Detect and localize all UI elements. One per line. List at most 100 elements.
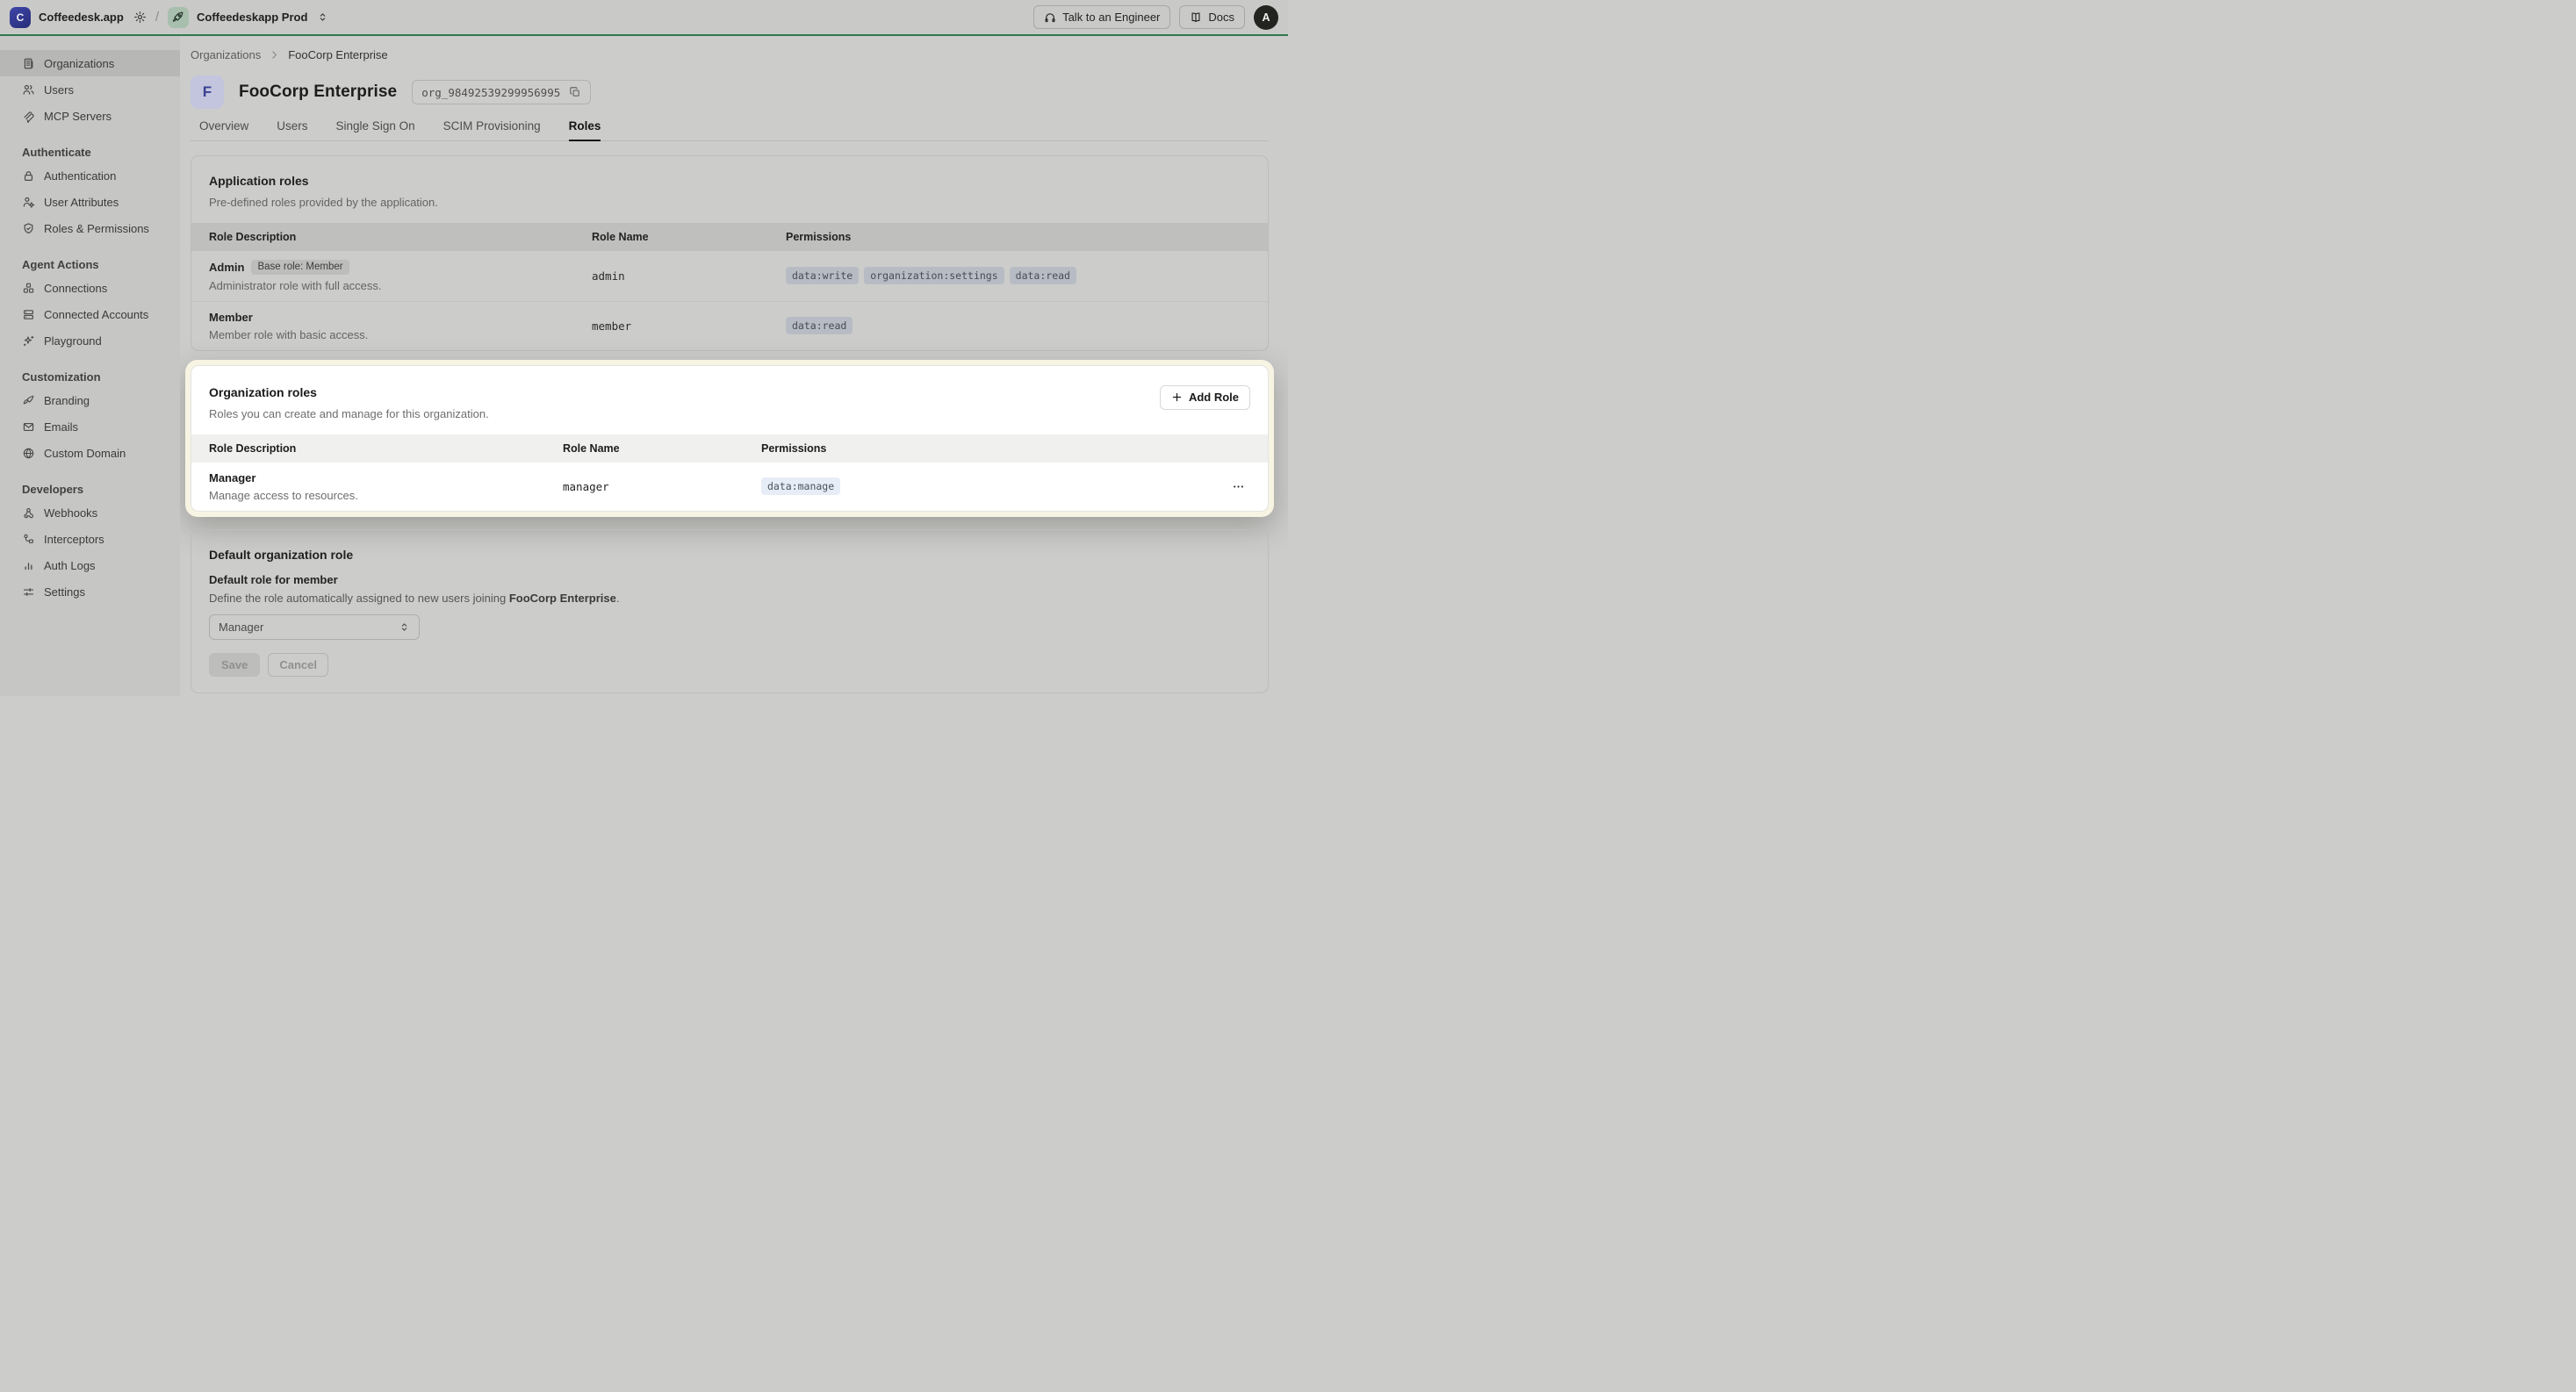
- sidebar-item-mcp-servers[interactable]: MCP Servers: [0, 103, 180, 129]
- row-menu-icon[interactable]: [1227, 477, 1250, 497]
- role-description: Manage access to resources.: [209, 489, 563, 502]
- role-slug: member: [592, 319, 786, 333]
- users-icon: [22, 83, 35, 97]
- column-role-name: Role Name: [592, 231, 786, 243]
- app-switcher[interactable]: C Coffeedesk.app: [10, 7, 147, 28]
- breadcrumb-current: FooCorp Enterprise: [288, 48, 387, 61]
- cancel-button[interactable]: Cancel: [268, 653, 328, 677]
- sidebar-item-interceptors[interactable]: Interceptors: [0, 526, 180, 552]
- sidebar-item-custom-domain[interactable]: Custom Domain: [0, 440, 180, 466]
- base-role-badge: Base role: Member: [251, 260, 349, 275]
- lock-icon: [22, 169, 35, 183]
- application-roles-card: Application roles Pre-defined roles prov…: [191, 155, 1269, 351]
- sidebar-item-label: Settings: [44, 585, 85, 599]
- role-slug: manager: [563, 480, 761, 493]
- talk-to-engineer-label: Talk to an Engineer: [1062, 11, 1160, 24]
- table-row-admin: Admin Base role: Member Administrator ro…: [191, 251, 1268, 301]
- breadcrumb-slash: /: [155, 10, 159, 25]
- accounts-icon: [22, 308, 35, 321]
- role-description: Member role with basic access.: [209, 328, 592, 341]
- building-icon: [22, 57, 35, 70]
- role-name-text: Member: [209, 311, 253, 324]
- sidebar-item-settings[interactable]: Settings: [0, 578, 180, 605]
- save-button[interactable]: Save: [209, 653, 260, 677]
- sidebar-item-label: Branding: [44, 394, 90, 407]
- application-roles-title: Application roles: [209, 174, 1250, 188]
- add-role-button[interactable]: Add Role: [1160, 385, 1250, 410]
- sidebar-item-label: User Attributes: [44, 196, 119, 209]
- sidebar-item-auth-logs[interactable]: Auth Logs: [0, 552, 180, 578]
- table-row-member: Member Member role with basic access. me…: [191, 301, 1268, 350]
- default-role-select[interactable]: Manager: [209, 614, 420, 640]
- tab-scim-provisioning[interactable]: SCIM Provisioning: [443, 119, 541, 141]
- role-name-text: Admin: [209, 261, 244, 274]
- tab-roles[interactable]: Roles: [569, 119, 601, 141]
- sidebar-item-label: Interceptors: [44, 533, 104, 546]
- sidebar-item-connections[interactable]: Connections: [0, 275, 180, 301]
- docs-button[interactable]: Docs: [1179, 5, 1245, 29]
- rocket-icon: [168, 7, 189, 28]
- chevron-right-icon: [269, 49, 280, 61]
- sidebar-item-branding[interactable]: Branding: [0, 387, 180, 413]
- default-role-card: Default organization role Default role f…: [191, 529, 1269, 693]
- user-avatar[interactable]: A: [1254, 5, 1278, 30]
- sidebar-item-users[interactable]: Users: [0, 76, 180, 103]
- tab-bar: Overview Users Single Sign On SCIM Provi…: [191, 119, 1269, 141]
- application-roles-subtitle: Pre-defined roles provided by the applic…: [209, 196, 1250, 209]
- column-permissions: Permissions: [761, 442, 1198, 455]
- sidebar-item-connected-accounts[interactable]: Connected Accounts: [0, 301, 180, 327]
- copy-icon[interactable]: [569, 86, 581, 98]
- sidebar-item-organizations[interactable]: Organizations: [0, 50, 180, 76]
- select-value: Manager: [219, 621, 263, 634]
- paintbrush-icon: [22, 394, 35, 407]
- sidebar-section-customization: Customization: [0, 366, 180, 387]
- book-icon: [1190, 11, 1202, 24]
- permission-chip: organization:settings: [864, 267, 1004, 284]
- default-role-field-label: Default role for member: [209, 573, 1250, 586]
- interceptor-icon: [22, 533, 35, 546]
- sidebar-item-webhooks[interactable]: Webhooks: [0, 499, 180, 526]
- main-content: Organizations FooCorp Enterprise F FooCo…: [180, 36, 1288, 696]
- permission-chip: data:read: [786, 317, 853, 334]
- page-title: FooCorp Enterprise: [239, 83, 397, 102]
- cubes-icon: [22, 282, 35, 295]
- organization-roles-card: Organization roles Roles you can create …: [191, 365, 1269, 512]
- sidebar-item-roles-permissions[interactable]: Roles & Permissions: [0, 215, 180, 241]
- spotlight-ring: Organization roles Roles you can create …: [185, 360, 1274, 517]
- environment-switcher[interactable]: Coffeedeskapp Prod: [168, 7, 328, 28]
- default-role-title: Default organization role: [209, 548, 1250, 562]
- envelope-icon: [22, 420, 35, 434]
- sidebar-item-authentication[interactable]: Authentication: [0, 162, 180, 189]
- role-slug: admin: [592, 269, 786, 283]
- tab-overview[interactable]: Overview: [199, 119, 248, 141]
- talk-to-engineer-button[interactable]: Talk to an Engineer: [1033, 5, 1170, 29]
- bar-chart-icon: [22, 559, 35, 572]
- app-logo: C: [10, 7, 31, 28]
- plus-icon: [1171, 391, 1183, 403]
- gear-icon[interactable]: [133, 11, 147, 24]
- sparkles-icon: [22, 334, 35, 348]
- breadcrumb-organizations[interactable]: Organizations: [191, 48, 261, 61]
- tab-single-sign-on[interactable]: Single Sign On: [336, 119, 415, 141]
- topbar: C Coffeedesk.app / Coffeedeskapp Prod: [0, 0, 1288, 34]
- sidebar-item-label: Roles & Permissions: [44, 222, 149, 235]
- column-role-description: Role Description: [209, 231, 592, 243]
- organization-roles-title: Organization roles: [209, 385, 489, 399]
- tab-users[interactable]: Users: [277, 119, 307, 141]
- permission-chip: data:write: [786, 267, 859, 284]
- mcp-servers-icon: [22, 110, 35, 123]
- sidebar-item-label: Authentication: [44, 169, 116, 183]
- sliders-icon: [22, 585, 35, 599]
- sidebar-item-label: Emails: [44, 420, 78, 434]
- role-description: Administrator role with full access.: [209, 279, 592, 292]
- environment-name: Coffeedeskapp Prod: [197, 11, 307, 24]
- sidebar-item-emails[interactable]: Emails: [0, 413, 180, 440]
- sidebar-item-label: MCP Servers: [44, 110, 112, 123]
- docs-label: Docs: [1208, 11, 1234, 24]
- org-id-chip: org_98492539299956995: [412, 80, 591, 104]
- organization-roles-subtitle: Roles you can create and manage for this…: [209, 407, 489, 420]
- sidebar-item-label: Connections: [44, 282, 107, 295]
- sidebar-item-playground[interactable]: Playground: [0, 327, 180, 354]
- sidebar-item-user-attributes[interactable]: User Attributes: [0, 189, 180, 215]
- org-header: F FooCorp Enterprise org_984925392999569…: [191, 75, 1269, 109]
